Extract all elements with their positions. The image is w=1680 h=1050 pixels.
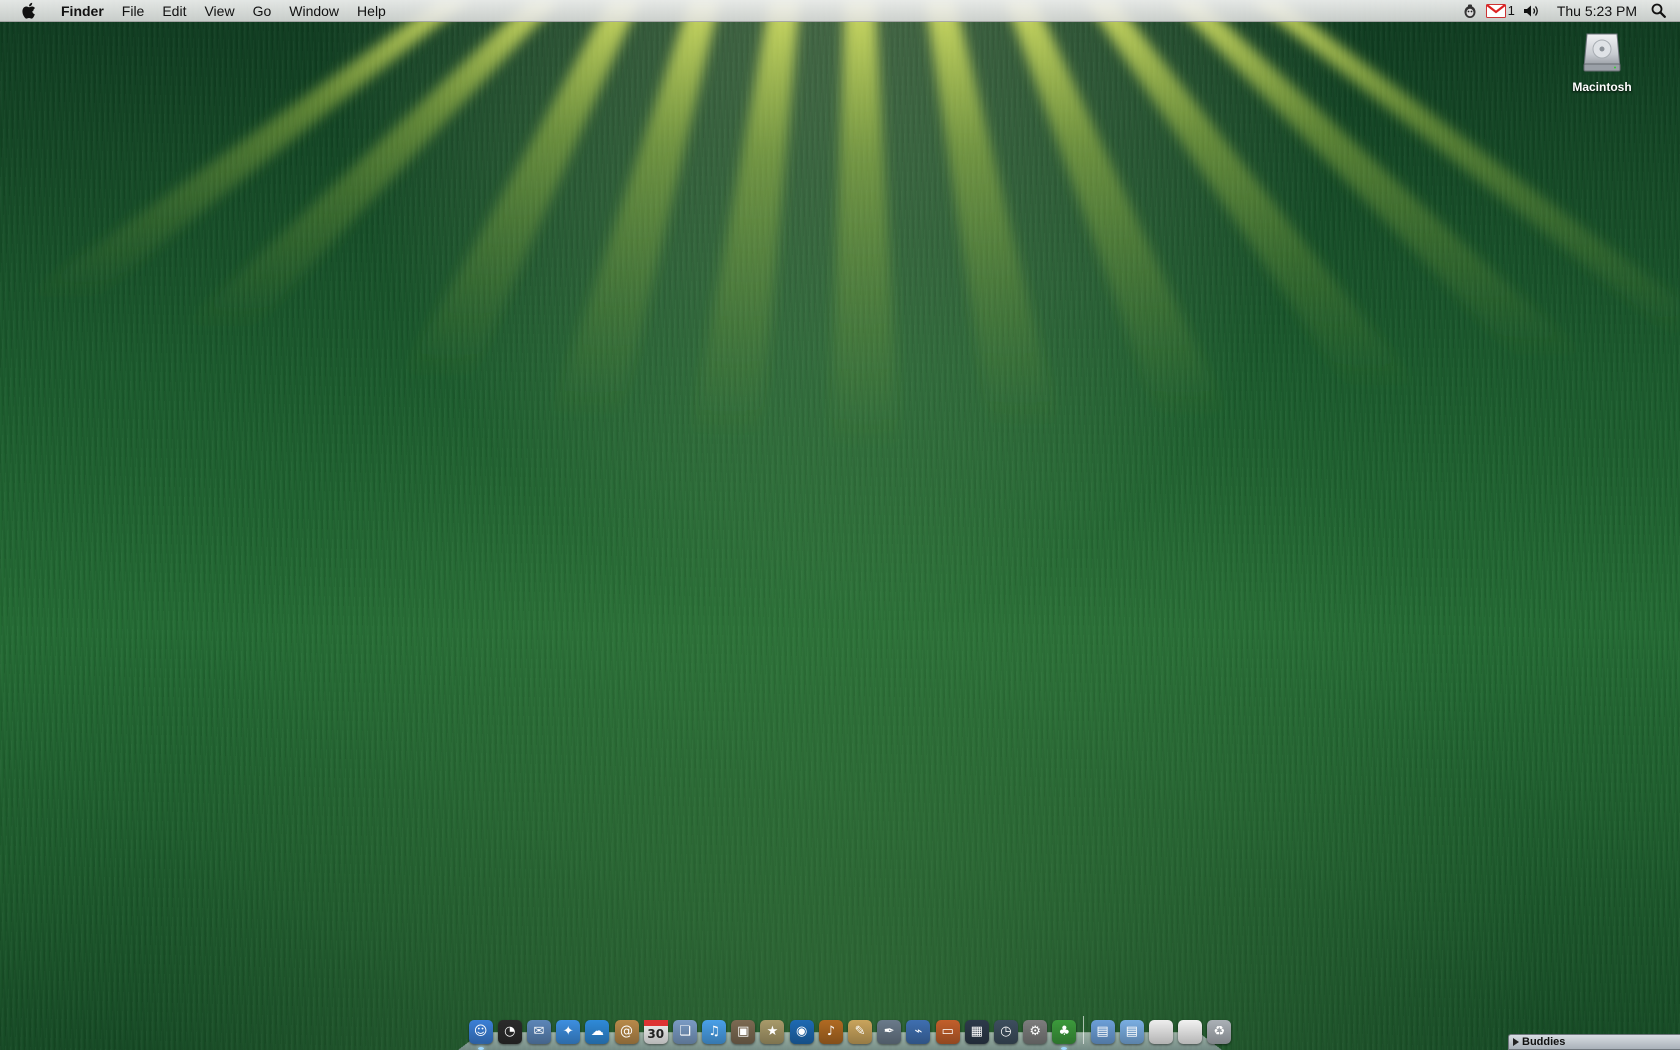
ical-glyph: 30	[644, 1020, 668, 1044]
downloads-stack-glyph	[1178, 1020, 1202, 1044]
menu-view[interactable]: View	[195, 0, 243, 22]
garageband-glyph: ♪	[819, 1020, 843, 1044]
trash-icon[interactable]: ♻	[1207, 1020, 1231, 1044]
iphoto-icon[interactable]: ▣	[731, 1020, 755, 1044]
dashboard-icon[interactable]: ◔	[498, 1020, 522, 1044]
menu-window[interactable]: Window	[280, 0, 348, 22]
adium-icon[interactable]: ♣	[1052, 1020, 1076, 1044]
time-machine-glyph: ◷	[994, 1020, 1018, 1044]
document-stack-icon[interactable]	[1149, 1020, 1173, 1044]
apple-menu-icon[interactable]	[18, 0, 38, 22]
hard-drive-icon	[1578, 28, 1626, 76]
safari-icon[interactable]: ✦	[556, 1020, 580, 1044]
desktop: Finder File Edit View Go Window Help 1 T…	[0, 0, 1680, 1050]
address-book-glyph: @	[615, 1020, 639, 1044]
imovie-glyph: ★	[760, 1020, 784, 1044]
spotlight-search-icon[interactable]	[1651, 0, 1666, 22]
time-machine-icon[interactable]: ◷	[994, 1020, 1018, 1044]
gmail-unread-count: 1	[1508, 3, 1515, 18]
buddies-window-title: Buddies	[1522, 1036, 1565, 1048]
menu-app-finder[interactable]: Finder	[52, 0, 113, 22]
trash-glyph: ♻	[1207, 1020, 1231, 1044]
disclosure-triangle-icon[interactable]	[1513, 1038, 1519, 1046]
spaces-icon[interactable]: ▦	[965, 1020, 989, 1044]
mail-icon[interactable]: ✉	[527, 1020, 551, 1044]
finder-icon[interactable]: ☺	[469, 1020, 493, 1044]
system-preferences-glyph: ⚙	[1023, 1020, 1047, 1044]
finder-glyph: ☺	[469, 1020, 493, 1044]
ichat-icon[interactable]: ☁	[585, 1020, 609, 1044]
buddies-window-titlebar[interactable]: Buddies	[1508, 1034, 1680, 1050]
iweb-glyph: ✎	[848, 1020, 872, 1044]
keynote-glyph: ▭	[936, 1020, 960, 1044]
system-preferences-icon[interactable]: ⚙	[1023, 1020, 1047, 1044]
volume-icon[interactable]	[1523, 0, 1541, 22]
imovie-icon[interactable]: ★	[760, 1020, 784, 1044]
document-stack-glyph	[1149, 1020, 1173, 1044]
menu-go[interactable]: Go	[244, 0, 281, 22]
desktop-icon-label: Macintosh	[1560, 80, 1644, 94]
adium-glyph: ♣	[1052, 1020, 1076, 1044]
idvd-glyph: ◉	[790, 1020, 814, 1044]
dock: ☺ ◔ ✉ ✦ ☁ @30 ❏ ♫ ▣ ★ ◉ ♪ ✎ ✒ ⌁ ▭ ▦ ◷ ⚙ ♣ ▤ ▤ ♻	[458, 1008, 1222, 1050]
wallpaper-light-stripes	[0, 0, 1680, 1050]
idvd-icon[interactable]: ◉	[790, 1020, 814, 1044]
garageband-icon[interactable]: ♪	[819, 1020, 843, 1044]
iweb-icon[interactable]: ✎	[848, 1020, 872, 1044]
menu-help[interactable]: Help	[348, 0, 395, 22]
iphoto-glyph: ▣	[731, 1020, 755, 1044]
menu-bar: Finder File Edit View Go Window Help 1 T…	[0, 0, 1680, 22]
mail-glyph: ✉	[527, 1020, 551, 1044]
desktop-icon-macintosh-hd[interactable]: Macintosh	[1560, 28, 1644, 94]
menu-extras: 1 Thu 5:23 PM	[1458, 0, 1680, 22]
menu-edit[interactable]: Edit	[153, 0, 195, 22]
ichat-glyph: ☁	[585, 1020, 609, 1044]
dock-separator	[1083, 1016, 1084, 1044]
documents-folder-glyph: ▤	[1120, 1020, 1144, 1044]
preview-glyph: ❏	[673, 1020, 697, 1044]
applications-folder-icon[interactable]: ▤	[1091, 1020, 1115, 1044]
itunes-glyph: ♫	[702, 1020, 726, 1044]
safari-glyph: ✦	[556, 1020, 580, 1044]
dashboard-glyph: ◔	[498, 1020, 522, 1044]
address-book-icon[interactable]: @	[615, 1020, 639, 1044]
spaces-glyph: ▦	[965, 1020, 989, 1044]
itunes-icon[interactable]: ♫	[702, 1020, 726, 1044]
adium-status-icon[interactable]	[1462, 0, 1478, 22]
downloads-stack-icon[interactable]	[1178, 1020, 1202, 1044]
grass-wallpaper	[0, 0, 1680, 1050]
script-editor-icon[interactable]: ✒	[877, 1020, 901, 1044]
dock-items: ☺ ◔ ✉ ✦ ☁ @30 ❏ ♫ ▣ ★ ◉ ♪ ✎ ✒ ⌁ ▭ ▦ ◷ ⚙ ♣ ▤ ▤ ♻	[466, 1008, 1234, 1044]
documents-folder-icon[interactable]: ▤	[1120, 1020, 1144, 1044]
keynote-icon[interactable]: ▭	[936, 1020, 960, 1044]
ical-icon[interactable]: 30	[644, 1020, 668, 1044]
menu-file[interactable]: File	[113, 0, 154, 22]
grapher-icon[interactable]: ⌁	[906, 1020, 930, 1044]
menu-clock[interactable]: Thu 5:23 PM	[1545, 3, 1647, 19]
applications-folder-glyph: ▤	[1091, 1020, 1115, 1044]
gmail-notifier-icon[interactable]: 1	[1486, 0, 1515, 22]
grapher-glyph: ⌁	[906, 1020, 930, 1044]
script-editor-glyph: ✒	[877, 1020, 901, 1044]
preview-icon[interactable]: ❏	[673, 1020, 697, 1044]
